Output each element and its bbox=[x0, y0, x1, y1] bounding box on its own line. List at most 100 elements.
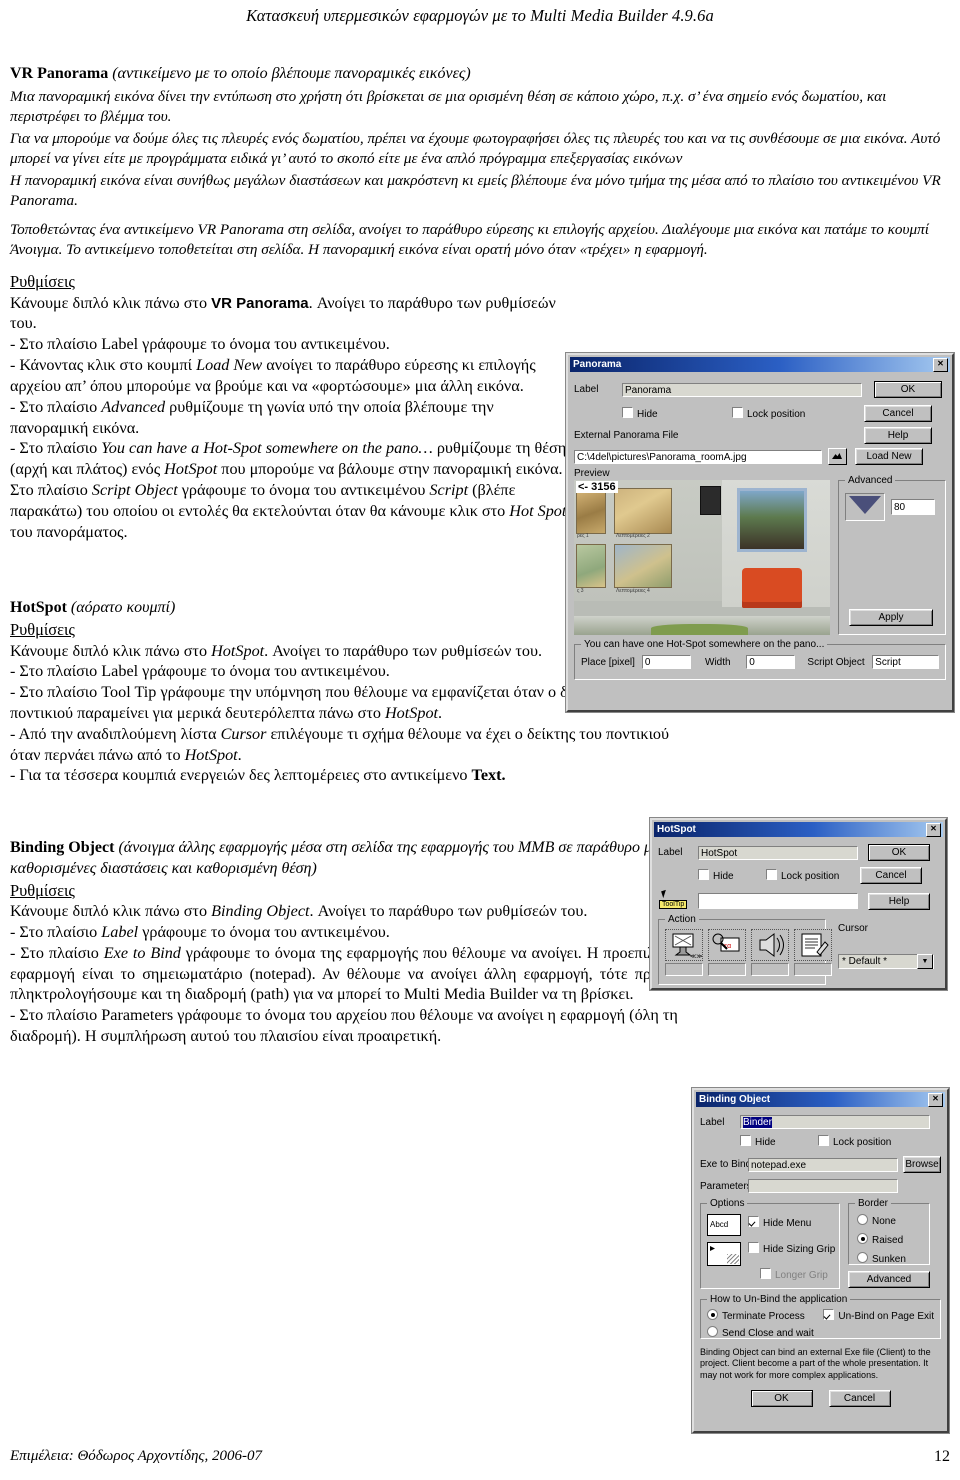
panorama-preview-caption: Preview bbox=[574, 468, 610, 479]
binding-lock-checkbox[interactable]: Lock position bbox=[818, 1135, 891, 1148]
panorama-script-input[interactable]: Script bbox=[872, 655, 940, 669]
panorama-place-input[interactable]: 0 bbox=[641, 655, 692, 669]
edit-script-icon bbox=[794, 929, 832, 961]
bo-settings-intro: Κάνουμε διπλό κλικ πάνω στο Binding Obje… bbox=[10, 901, 700, 922]
bo-settings-item-3: - Στο πλαίσιο Parameters γράφουμε το όνο… bbox=[10, 1006, 678, 1045]
close-icon[interactable]: ✕ bbox=[926, 822, 941, 837]
bo-item1-a: - Στο πλαίσιο bbox=[10, 922, 102, 941]
panorama-label-input[interactable]: Panorama bbox=[622, 382, 862, 397]
close-icon[interactable]: ✕ bbox=[933, 357, 948, 372]
vr-settings-item-2: - Κάνοντας κλικ στο κουμπί Load New ανοί… bbox=[10, 355, 570, 397]
hs-item2-term: HotSpot bbox=[384, 703, 439, 722]
hotspot-help-button[interactable]: Help bbox=[868, 892, 930, 910]
action-slot-4[interactable] bbox=[794, 929, 832, 976]
preview-sofa bbox=[742, 568, 802, 608]
panorama-lock-checkbox[interactable]: Lock position bbox=[732, 407, 862, 420]
preview-caption-3: ς 3 bbox=[577, 588, 584, 594]
action-label-3[interactable] bbox=[751, 963, 789, 976]
bo-settings-label: Ρυθμίσεις bbox=[10, 880, 75, 900]
panorama-load-new-button[interactable]: Load New bbox=[855, 448, 923, 465]
binding-sendclose-radio[interactable]: Send Close and wait bbox=[707, 1326, 934, 1339]
hs-item2-a: - Στο πλαίσιο Tool Tip γράφουμε την υπόμ… bbox=[10, 683, 636, 722]
bo-item2-exe-to-bind: Exe to Bind bbox=[103, 943, 181, 962]
panorama-width-tag: <- 3156 bbox=[576, 481, 618, 493]
binding-terminate-label: Terminate Process bbox=[722, 1311, 805, 1322]
binding-lock-label: Lock position bbox=[833, 1137, 892, 1148]
hotspot-body: Label HotSpot OK Hide Lock position Canc… bbox=[652, 837, 945, 991]
binding-ok-button[interactable]: OK bbox=[750, 1389, 813, 1407]
panorama-angle-input[interactable]: 80 bbox=[891, 499, 935, 515]
binding-border-none-radio[interactable]: None bbox=[857, 1214, 924, 1227]
hotspot-label-input[interactable]: HotSpot bbox=[698, 845, 858, 860]
hotspot-ok-button[interactable]: OK bbox=[868, 844, 930, 861]
binding-title-bar[interactable]: Binding Object ✕ bbox=[696, 1092, 945, 1107]
binding-object-settings-dialog[interactable]: Binding Object ✕ Label Binder Hide Lock … bbox=[692, 1088, 949, 1433]
hotspot-hide-checkbox[interactable]: Hide bbox=[698, 869, 766, 882]
binding-browse-button[interactable]: Browse bbox=[903, 1156, 941, 1173]
bo-settings-item-2: - Στο πλαίσιο Exe to Bind γράφουμε το όν… bbox=[10, 943, 700, 1005]
panorama-title: Panorama bbox=[573, 359, 622, 370]
vr-item4-hotspot-box: You can have a Hot-Spot somewhere on the… bbox=[101, 439, 433, 458]
binding-label-value: Binder bbox=[743, 1117, 772, 1128]
radio-circle-icon bbox=[707, 1326, 718, 1337]
view-angle-icon[interactable] bbox=[845, 493, 885, 521]
preview-painting-4 bbox=[614, 544, 672, 588]
hotspot-cursor-select[interactable]: * Default * ▼ bbox=[838, 954, 934, 969]
hotspot-cursor-value: * Default * bbox=[842, 956, 888, 967]
binding-advanced-button[interactable]: Advanced bbox=[848, 1271, 930, 1288]
vr-paragraph-2: Για να μπορούμε να δούμε όλες τις πλευρέ… bbox=[10, 129, 941, 167]
hotspot-lock-checkbox[interactable]: Lock position bbox=[766, 869, 860, 882]
hotspot-cancel-button[interactable]: Cancel bbox=[860, 867, 922, 884]
binding-border-none-label: None bbox=[872, 1216, 896, 1227]
panorama-cancel-button[interactable]: Cancel bbox=[864, 405, 932, 422]
action-slot-2[interactable]: εα bbox=[708, 929, 746, 976]
binding-hide-menu-checkbox[interactable]: Hide Menu bbox=[748, 1216, 835, 1229]
hotspot-tooltip-input[interactable] bbox=[698, 893, 858, 909]
checkbox-box-icon bbox=[740, 1135, 751, 1146]
binding-exe-caption: Exe to Bind bbox=[700, 1159, 752, 1170]
binding-description-note: Binding Object can bind an external Exe … bbox=[700, 1347, 931, 1380]
hotspot-settings-dialog[interactable]: HotSpot ✕ Label HotSpot OK Hide Lock pos… bbox=[650, 818, 947, 990]
panorama-title-bar[interactable]: Panorama ✕ bbox=[570, 357, 950, 372]
hotspot-title-bar[interactable]: HotSpot ✕ bbox=[654, 822, 943, 837]
section-heading-vr-panorama: VR Panorama (αντικείμενο με το οποίο βλέ… bbox=[10, 64, 950, 85]
binding-label-input[interactable]: Binder bbox=[740, 1115, 930, 1129]
binding-unbind-group: How to Un-Bind the application Terminate… bbox=[700, 1294, 941, 1339]
binding-border-raised-radio[interactable]: Raised bbox=[857, 1233, 924, 1246]
panorama-apply-button[interactable]: Apply bbox=[849, 609, 933, 626]
action-slot-1[interactable]: ≪≫ bbox=[665, 929, 703, 976]
checkbox-box-icon bbox=[748, 1216, 759, 1227]
bo-settings-item-1: - Στο πλαίσιο Label γράφουμε το όνομα το… bbox=[10, 922, 700, 943]
binding-unbind-caption: How to Un-Bind the application bbox=[707, 1294, 851, 1305]
checkbox-box-icon bbox=[766, 869, 777, 880]
binding-longer-grip-checkbox: Longer Grip bbox=[748, 1268, 835, 1281]
action-label-4[interactable] bbox=[794, 963, 832, 976]
close-icon[interactable]: ✕ bbox=[928, 1092, 943, 1107]
image-picker-icon[interactable] bbox=[828, 448, 847, 465]
binding-unbind-page-exit-checkbox[interactable]: Un-Bind on Page Exit bbox=[823, 1309, 934, 1322]
panorama-body: Label Panorama OK Hide Lock position Can… bbox=[568, 372, 952, 686]
action-label-1[interactable] bbox=[665, 963, 703, 976]
action-slot-3[interactable] bbox=[751, 929, 789, 976]
binding-hide-sizing-checkbox[interactable]: Hide Sizing Grip bbox=[748, 1242, 835, 1255]
panorama-help-button[interactable]: Help bbox=[864, 427, 932, 444]
binding-cancel-button[interactable]: Cancel bbox=[828, 1389, 891, 1407]
vr-settings-label: Ρυθμίσεις bbox=[10, 272, 75, 292]
binding-border-sunken-radio[interactable]: Sunken bbox=[857, 1252, 924, 1265]
panorama-file-input[interactable]: C:\4del\pictures\Panorama_roomA.jpg bbox=[574, 449, 822, 464]
action-label-2[interactable] bbox=[708, 963, 746, 976]
chevron-down-icon[interactable]: ▼ bbox=[917, 954, 933, 969]
panorama-preview-image[interactable]: ρες 1 Λεπτομέρειες 2 ς 3 Λεπτομέρειες 4 … bbox=[574, 480, 830, 635]
panorama-width-input[interactable]: 0 bbox=[746, 655, 796, 669]
panorama-ok-button[interactable]: OK bbox=[874, 381, 942, 398]
panorama-hide-checkbox[interactable]: Hide bbox=[622, 407, 732, 420]
binding-unbind-page-exit-label: Un-Bind on Page Exit bbox=[838, 1311, 934, 1322]
binding-exe-input[interactable]: notepad.exe bbox=[748, 1157, 898, 1172]
panorama-settings-dialog[interactable]: Panorama ✕ Label Panorama OK Hide Lock p… bbox=[566, 353, 954, 712]
checkbox-box-icon bbox=[732, 407, 743, 418]
bo-item1-label: Label bbox=[101, 922, 139, 941]
binding-terminate-radio[interactable]: Terminate Process bbox=[707, 1309, 823, 1322]
binding-params-input[interactable] bbox=[748, 1179, 898, 1193]
binding-hide-checkbox[interactable]: Hide bbox=[740, 1135, 818, 1148]
binding-longer-grip-label: Longer Grip bbox=[775, 1270, 828, 1281]
